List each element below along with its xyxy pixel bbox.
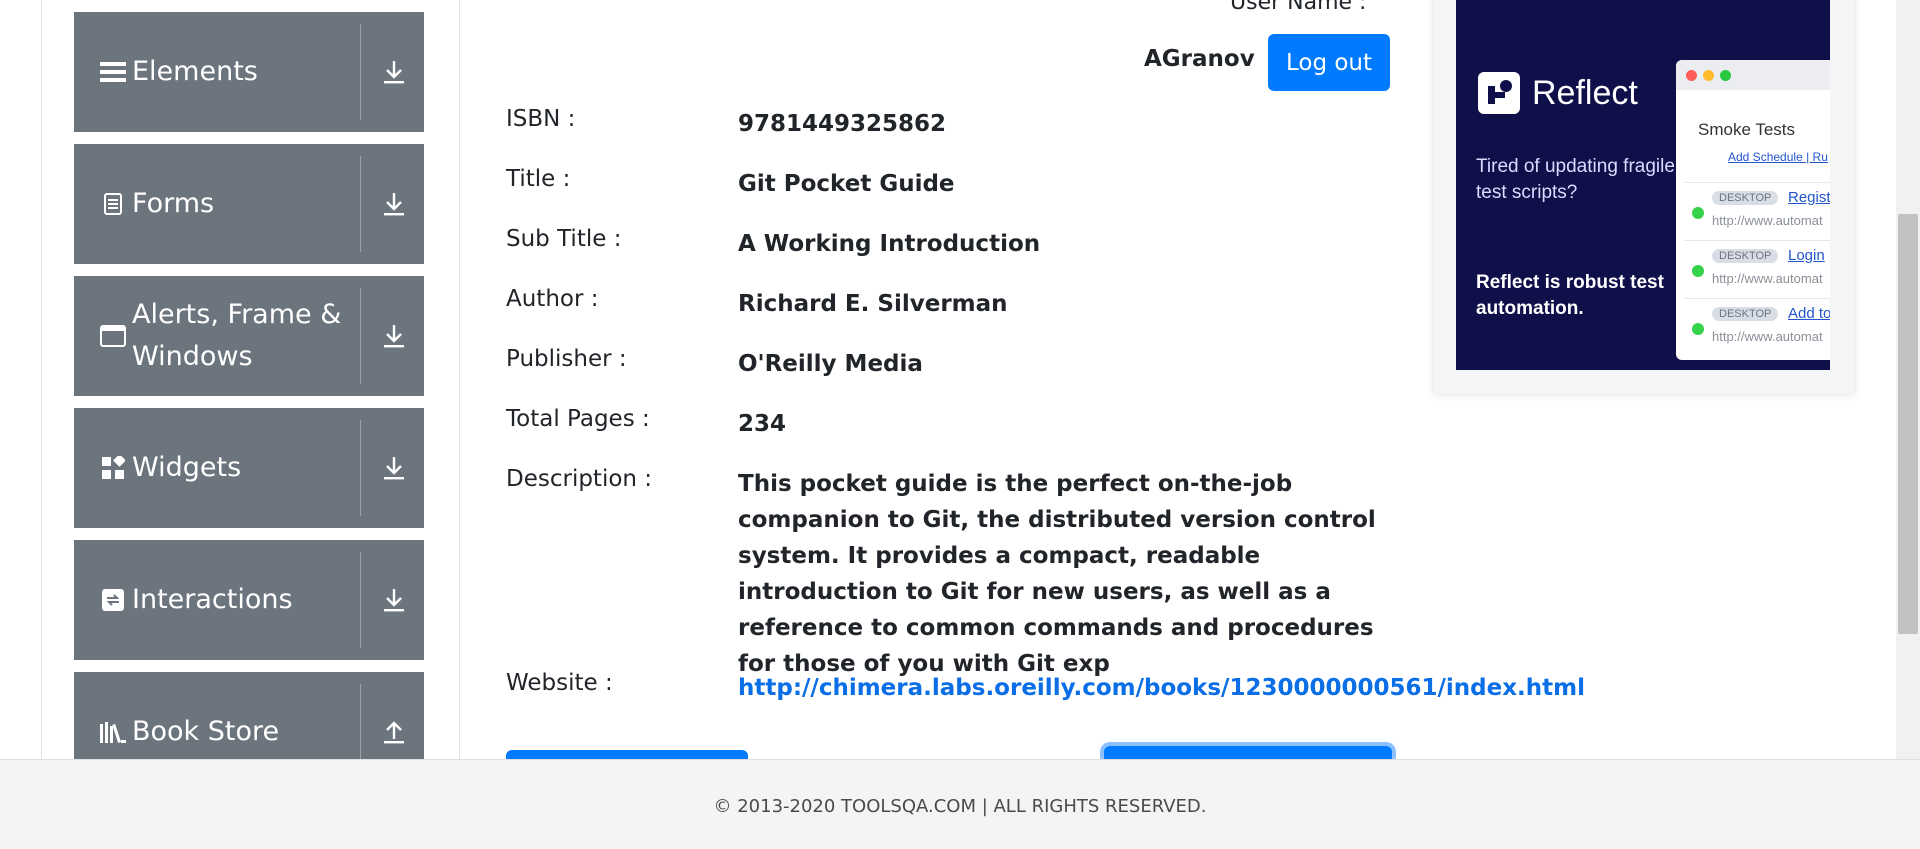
- sidebar-group-alerts[interactable]: Alerts, Frame & Windows: [74, 276, 424, 396]
- download-arrow-icon[interactable]: [377, 408, 411, 528]
- add-schedule-text: Add Schedule: [1728, 150, 1803, 164]
- sidebar-group-widgets[interactable]: Widgets: [74, 408, 424, 528]
- reflect-ad[interactable]: Reflect Tired of updating fragile test s…: [1456, 0, 1830, 370]
- subtitle-value: A Working Introduction: [738, 231, 1041, 257]
- status-dot-icon: [1692, 265, 1704, 277]
- sidebar-group-forms[interactable]: Forms: [74, 144, 424, 264]
- publisher-value: O'Reilly Media: [738, 351, 923, 377]
- window-icon: [98, 325, 128, 347]
- sidebar-group-label: Book Store: [132, 716, 280, 747]
- logout-button[interactable]: Log out: [1268, 34, 1390, 91]
- sidebar-group-elements[interactable]: Elements: [74, 12, 424, 132]
- ad-headline: Reflect is robust test automation.: [1476, 272, 1664, 319]
- scrollbar-thumb[interactable]: [1898, 214, 1918, 634]
- document-icon: [98, 193, 128, 215]
- sidebar-group-label: Interactions: [132, 584, 293, 615]
- menu-icon: [98, 61, 128, 83]
- divider: [360, 24, 361, 120]
- sidebar-group-label: Alerts, Frame & Windows: [132, 299, 342, 372]
- author-label: Author :: [506, 286, 599, 312]
- test-name: Login: [1788, 247, 1825, 264]
- interactions-icon: [98, 589, 128, 611]
- ad-test-item: DESKTOP Login http://www.automat: [1684, 240, 1830, 296]
- reflect-brand: Reflect: [1532, 73, 1638, 112]
- status-dot-icon: [1692, 207, 1704, 219]
- close-dot-icon: [1686, 69, 1697, 81]
- desktop-tag: DESKTOP: [1712, 249, 1779, 263]
- content-divider: [459, 0, 460, 760]
- widgets-icon: [98, 456, 128, 480]
- desktop-tag: DESKTOP: [1712, 191, 1779, 205]
- website-link[interactable]: http://chimera.labs.oreilly.com/books/12…: [738, 670, 1585, 706]
- sidebar: Elements Forms Alerts, Frame & Windows W…: [74, 12, 424, 804]
- sidebar-group-label: Elements: [132, 56, 258, 87]
- minimize-dot-icon: [1703, 69, 1714, 81]
- test-name: Add to: [1788, 305, 1830, 322]
- footer: © 2013-2020 TOOLSQA.COM | ALL RIGHTS RES…: [0, 759, 1920, 849]
- desktop-tag: DESKTOP: [1712, 307, 1779, 321]
- download-arrow-icon[interactable]: [377, 540, 411, 660]
- footer-copyright: © 2013-2020 TOOLSQA.COM | ALL RIGHTS RES…: [713, 796, 1207, 817]
- reflect-logo-mark: [1478, 72, 1520, 114]
- ad-tagline: Tired of updating fragile test scripts?: [1476, 156, 1675, 203]
- sidebar-group-label: Forms: [132, 188, 215, 219]
- divider: [360, 156, 361, 252]
- maximize-dot-icon: [1720, 69, 1731, 81]
- run-text: Ru: [1812, 150, 1828, 164]
- test-url: http://www.automat: [1712, 213, 1823, 228]
- download-arrow-icon[interactable]: [377, 276, 411, 396]
- user-name-label: User Name :: [1230, 0, 1367, 15]
- left-divider: [41, 0, 42, 760]
- ad-browser-window: Smoke Tests Add Schedule | Ru DESKTOP Re…: [1676, 60, 1830, 360]
- reflect-logo: Reflect: [1478, 72, 1638, 114]
- divider: [360, 552, 361, 648]
- ad-test-item: DESKTOP Add to http://www.automat: [1684, 298, 1830, 354]
- pages-value: 234: [738, 411, 787, 437]
- website-label: Website :: [506, 670, 613, 696]
- download-arrow-icon[interactable]: [377, 12, 411, 132]
- divider: [360, 288, 361, 384]
- test-url: http://www.automat: [1712, 271, 1823, 286]
- isbn-label: ISBN :: [506, 106, 576, 132]
- ad-test-item: DESKTOP Registr http://www.automat: [1684, 182, 1830, 238]
- isbn-value: 9781449325862: [738, 111, 947, 137]
- add-schedule-link: Add Schedule | Ru: [1728, 150, 1828, 164]
- test-url: http://www.automat: [1712, 329, 1823, 344]
- download-arrow-icon[interactable]: [377, 144, 411, 264]
- sidebar-group-interactions[interactable]: Interactions: [74, 540, 424, 660]
- subtitle-label: Sub Title :: [506, 226, 622, 252]
- test-name: Registr: [1788, 189, 1830, 206]
- author-value: Richard E. Silverman: [738, 291, 1008, 317]
- pages-label: Total Pages :: [506, 406, 650, 432]
- sidebar-group-label: Widgets: [132, 452, 242, 483]
- title-label: Title :: [506, 166, 571, 192]
- window-toolbar: [1676, 60, 1830, 90]
- description-value: This pocket guide is the perfect on-the-…: [738, 471, 1376, 677]
- books-icon: [98, 720, 128, 744]
- publisher-label: Publisher :: [506, 346, 627, 372]
- divider: [360, 420, 361, 516]
- smoke-tests-title: Smoke Tests: [1698, 120, 1796, 139]
- status-dot-icon: [1692, 323, 1704, 335]
- description-label: Description :: [506, 466, 653, 492]
- title-value: Git Pocket Guide: [738, 171, 955, 197]
- user-name-value: AGranov: [1144, 46, 1255, 72]
